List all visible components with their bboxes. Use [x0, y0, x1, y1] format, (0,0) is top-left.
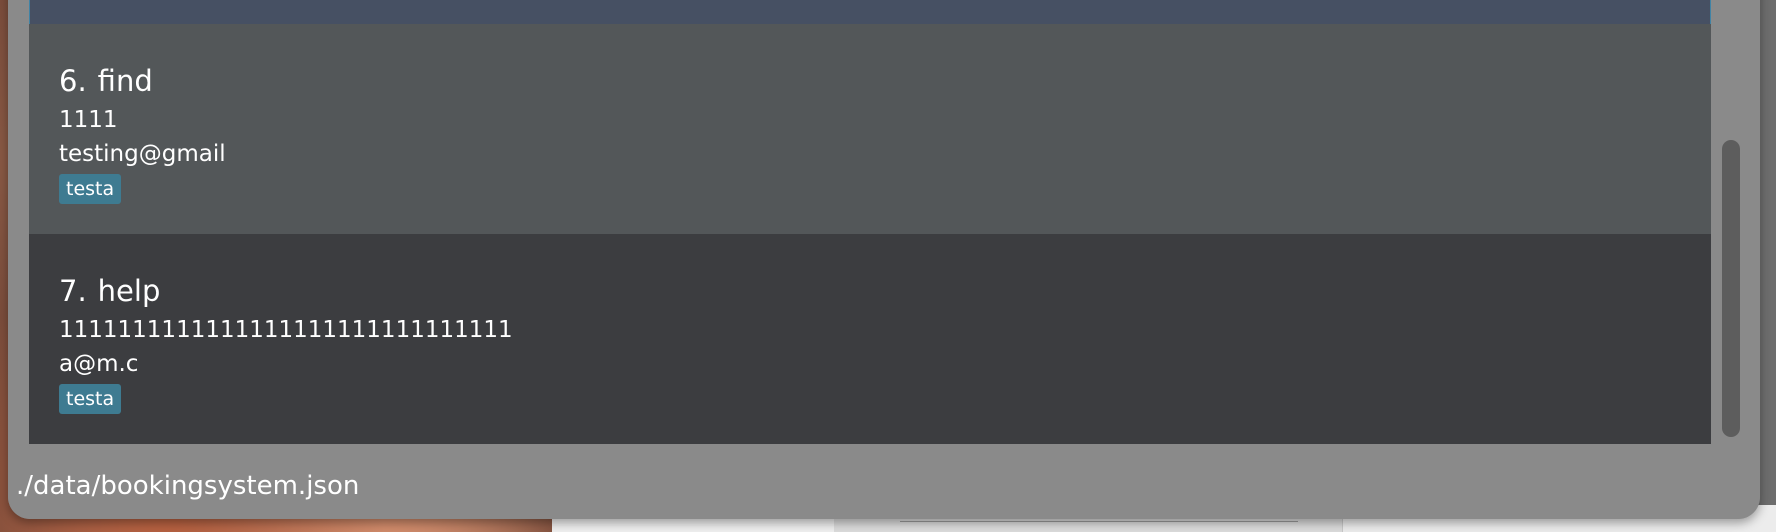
person-card-title: 6. find [59, 64, 153, 98]
person-list-panel[interactable]: 6. find 1111 testing@gmail testa 7. help 1… [29, 0, 1711, 447]
save-location-label: ./data/bookingsystem.json [16, 471, 360, 501]
person-name: help [97, 274, 161, 308]
person-card-title: 7. help [59, 274, 160, 308]
person-index: 7. [59, 274, 87, 308]
person-tag: testa [59, 384, 122, 414]
person-email: a@m.c [59, 351, 139, 377]
person-card-selected[interactable] [29, 0, 1711, 26]
person-name: find [97, 64, 153, 98]
person-email: testing@gmail [59, 141, 226, 167]
person-tag: testa [59, 174, 122, 204]
person-phone: 1111 [59, 107, 118, 133]
person-index: 6. [59, 64, 87, 98]
list-scrollbar[interactable] [1716, 0, 1742, 447]
person-phone: 1111111111111111111111111111111 [59, 317, 513, 343]
divider [900, 521, 1298, 522]
scrollbar-thumb[interactable] [1722, 140, 1740, 437]
app-window: 6. find 1111 testing@gmail testa 7. help 1… [8, 0, 1760, 519]
person-card[interactable]: 6. find 1111 testing@gmail testa [29, 24, 1711, 234]
status-bar: ./data/bookingsystem.json [8, 447, 1760, 519]
person-card[interactable]: 7. help 1111111111111111111111111111111 a… [29, 234, 1711, 444]
